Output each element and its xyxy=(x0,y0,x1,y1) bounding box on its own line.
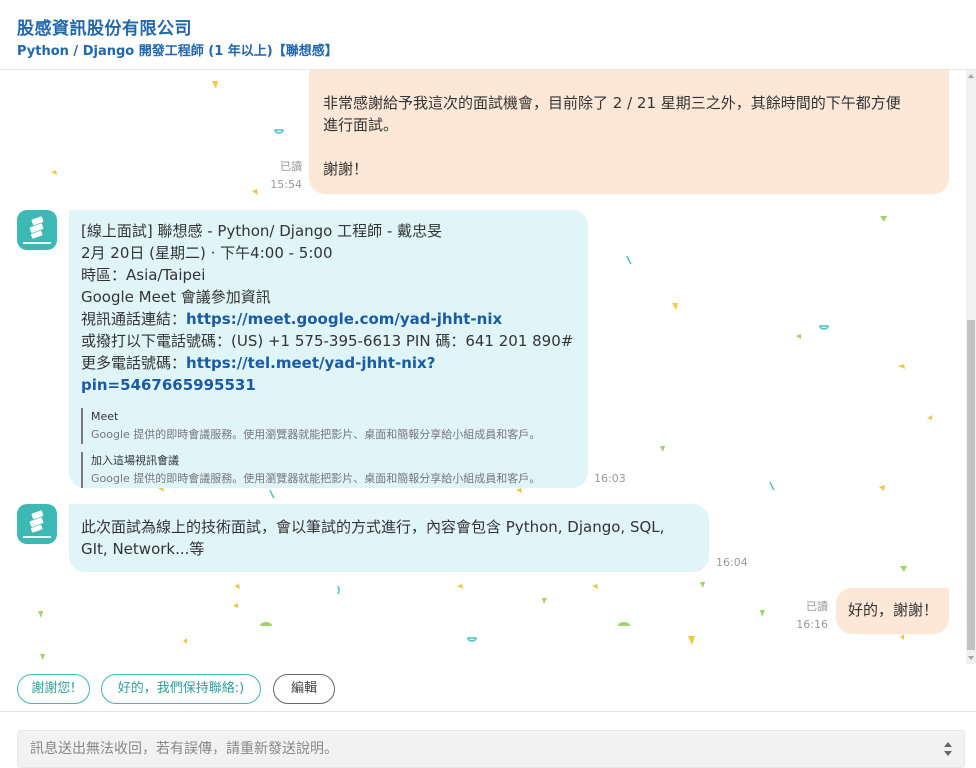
arrow-up-icon[interactable] xyxy=(966,70,976,82)
quick-reply-bar: 謝謝您! 好的，我們保持聯絡:) 編輯 xyxy=(0,664,976,712)
company-avatar[interactable] xyxy=(17,210,57,250)
message-text: 好的，謝謝！ xyxy=(848,601,939,619)
message-line: 非常感謝給予我這次的面試機會，目前除了 2 / 21 星期三之外，其餘時間的下午… xyxy=(323,94,901,112)
message-line: 時區：Asia/Taipei xyxy=(81,266,206,284)
link-preview-title: Meet xyxy=(91,410,119,423)
message-line: 進行面試。 xyxy=(323,116,399,134)
message-line: 視訊通話連結：https://meet.google.com/yad-jhht-… xyxy=(81,308,576,330)
chat-header: 股感資訊股份有限公司 Python / Django 開發工程師 (1 年以上)… xyxy=(0,0,976,70)
link-preview[interactable]: Meet Google 提供的即時會議服務。使用瀏覽器就能把影片、桌面和簡報分享… xyxy=(81,408,576,444)
message-time: 15:54 xyxy=(270,178,302,191)
link-preview[interactable]: 加入這場視訊會議 Google 提供的即時會議服務。使用瀏覽器就能把影片、桌面和… xyxy=(81,452,576,488)
company-name[interactable]: 股感資訊股份有限公司 xyxy=(17,14,192,39)
message-line: Google Meet 會議參加資訊 xyxy=(81,288,271,306)
job-title[interactable]: Python / Django 開發工程師 (1 年以上)【聯想感】 xyxy=(17,40,338,59)
message-list[interactable]: 非常感謝給予我這次的面試機會，目前除了 2 / 21 星期三之外，其餘時間的下午… xyxy=(0,70,966,664)
link-label: 更多電話號碼： xyxy=(81,354,187,372)
message-input[interactable] xyxy=(30,731,910,767)
outgoing-message-bubble[interactable]: 好的，謝謝！ xyxy=(836,588,949,634)
quick-reply-keep-in-touch-button[interactable]: 好的，我們保持聯絡:) xyxy=(101,674,261,704)
link-label: 視訊通話連結： xyxy=(81,310,187,328)
message-meta: 已讀 16:16 xyxy=(790,598,828,634)
outgoing-message-bubble[interactable]: 非常感謝給予我這次的面試機會，目前除了 2 / 21 星期三之外，其餘時間的下午… xyxy=(309,70,949,194)
message-line: 2月 20日 (星期二) · 下午4:00 - 5:00 xyxy=(81,244,333,262)
message-time: 16:03 xyxy=(594,472,626,485)
incoming-message-bubble[interactable]: 此次面試為線上的技術面試，會以筆試的方式進行，內容會包含 Python, Dja… xyxy=(69,504,709,572)
company-logo-icon xyxy=(23,216,51,244)
message-line: GIt, Network...等 xyxy=(81,540,205,558)
message-line: [線上面試] 聯想感 - Python/ Django 工程師 - 戴忠旻 xyxy=(81,222,443,240)
message-line: 此次面試為線上的技術面試，會以筆試的方式進行，內容會包含 Python, Dja… xyxy=(81,518,665,536)
chat-scrollbar[interactable] xyxy=(966,70,976,664)
message-line: 或撥打以下電話號碼：(US) +1 575-395-6613 PIN 碼：641… xyxy=(81,332,574,350)
message-input-container xyxy=(17,730,965,768)
scrollbar-thumb[interactable] xyxy=(967,320,975,650)
message-line: 更多電話號碼：https://tel.meet/yad-jhht-nix?pin… xyxy=(81,352,576,396)
quick-reply-thanks-button[interactable]: 謝謝您! xyxy=(17,674,90,704)
meet-link[interactable]: https://meet.google.com/yad-jhht-nix xyxy=(186,310,502,328)
message-line: 謝謝！ xyxy=(323,160,369,178)
message-line xyxy=(323,136,935,158)
read-status: 已讀 xyxy=(806,600,828,613)
company-avatar[interactable] xyxy=(17,504,57,544)
message-time: 16:16 xyxy=(796,618,828,631)
link-preview-title: 加入這場視訊會議 xyxy=(91,454,179,467)
message-time: 16:04 xyxy=(716,556,748,569)
incoming-message-bubble[interactable]: [線上面試] 聯想感 - Python/ Django 工程師 - 戴忠旻 2月… xyxy=(69,210,588,488)
stepper-icon[interactable] xyxy=(942,741,954,759)
message-meta: 已讀 15:54 xyxy=(254,158,302,194)
company-logo-icon xyxy=(23,510,51,538)
link-preview-description: Google 提供的即時會議服務。使用瀏覽器就能把影片、桌面和簡報分享給小組成員… xyxy=(91,472,541,485)
edit-quick-replies-button[interactable]: 編輯 xyxy=(273,674,335,704)
arrow-down-icon[interactable] xyxy=(966,652,976,664)
read-status: 已讀 xyxy=(280,160,302,173)
message-composer xyxy=(0,712,976,768)
link-preview-description: Google 提供的即時會議服務。使用瀏覽器就能把影片、桌面和簡報分享給小組成員… xyxy=(91,428,541,441)
